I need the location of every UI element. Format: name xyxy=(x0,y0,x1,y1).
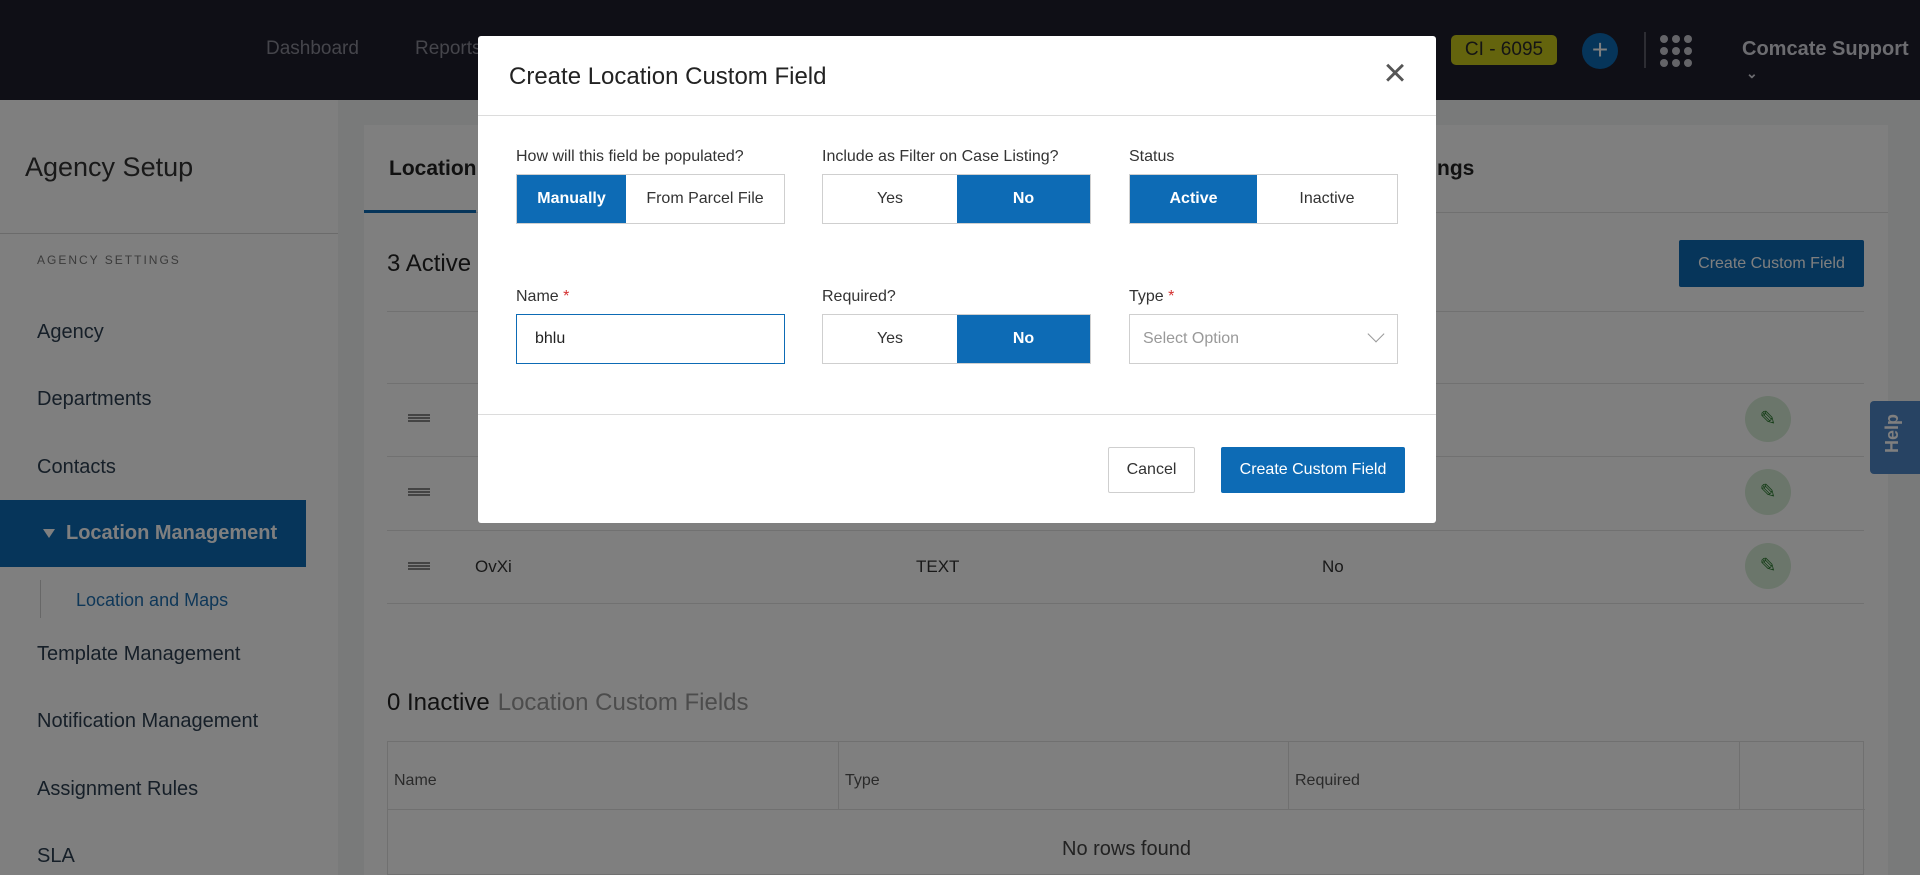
type-placeholder: Select Option xyxy=(1143,330,1240,347)
populated-label: How will this field be populated? xyxy=(516,148,744,165)
create-field-modal: Create Location Custom Field × How will … xyxy=(478,36,1436,523)
required-toggle: Yes No xyxy=(822,314,1091,364)
modal-title: Create Location Custom Field xyxy=(509,63,827,90)
filter-option-yes[interactable]: Yes xyxy=(823,175,957,223)
modal-header-divider xyxy=(478,115,1436,116)
status-label: Status xyxy=(1129,148,1175,165)
populated-option-manually[interactable]: Manually xyxy=(517,175,626,223)
status-toggle: Active Inactive xyxy=(1129,174,1398,224)
name-label: Name * xyxy=(516,288,570,305)
name-input[interactable] xyxy=(516,314,785,364)
populated-toggle: Manually From Parcel File xyxy=(516,174,785,224)
close-icon[interactable]: × xyxy=(1378,53,1412,93)
filter-label: Include as Filter on Case Listing? xyxy=(822,148,1059,165)
cancel-button[interactable]: Cancel xyxy=(1108,447,1195,493)
filter-toggle: Yes No xyxy=(822,174,1091,224)
status-option-active[interactable]: Active xyxy=(1130,175,1257,223)
type-label: Type * xyxy=(1129,288,1175,305)
type-select[interactable]: Select Option xyxy=(1129,314,1398,364)
status-option-inactive[interactable]: Inactive xyxy=(1257,175,1397,223)
populated-option-parcel-file[interactable]: From Parcel File xyxy=(626,175,784,223)
required-label: Required? xyxy=(822,288,896,305)
required-option-no[interactable]: No xyxy=(957,315,1090,363)
modal-footer-divider xyxy=(478,414,1436,415)
create-button[interactable]: Create Custom Field xyxy=(1221,447,1405,493)
filter-option-no[interactable]: No xyxy=(957,175,1090,223)
chevron-down-icon xyxy=(1367,325,1385,343)
required-option-yes[interactable]: Yes xyxy=(823,315,957,363)
